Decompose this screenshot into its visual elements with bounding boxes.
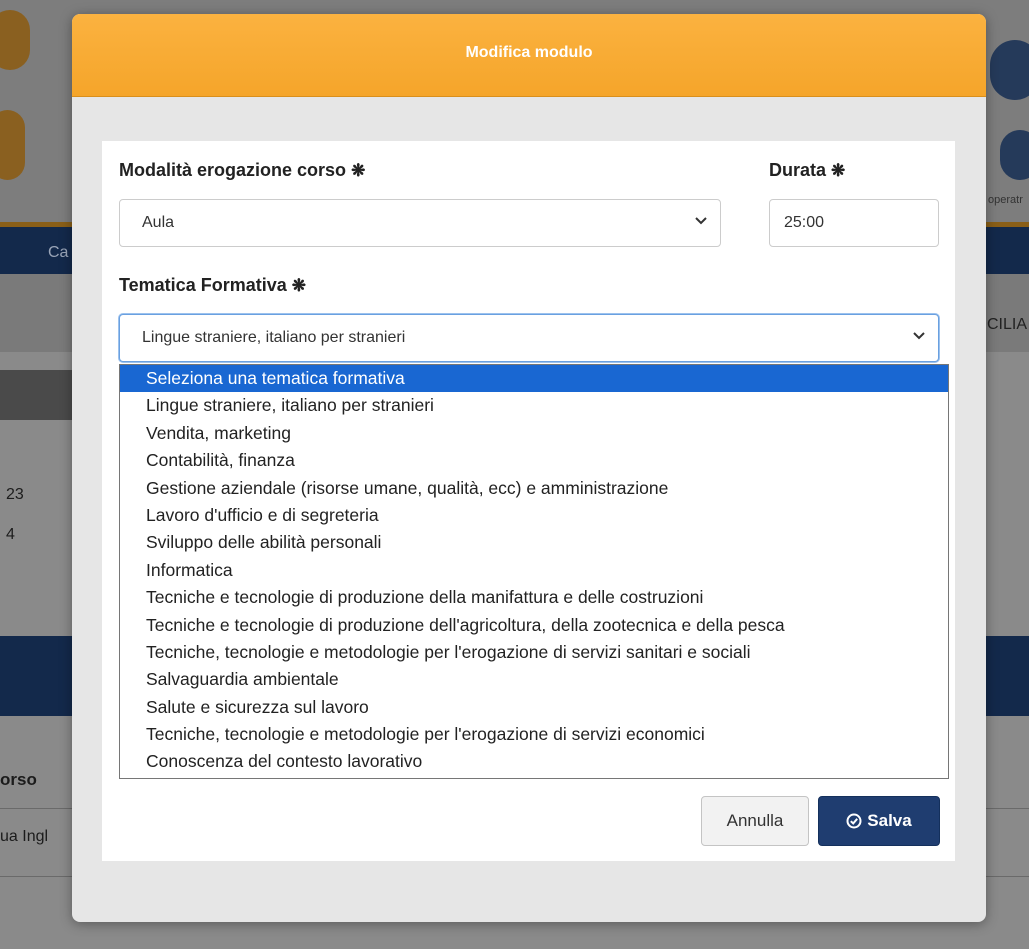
modalita-select[interactable]: Aula <box>119 199 721 247</box>
logo-text: operatr <box>988 194 1023 206</box>
cancel-button[interactable]: Annulla <box>701 796 809 846</box>
tematica-dropdown-list[interactable]: Seleziona una tematica formativa Lingue s… <box>119 364 949 779</box>
logo-shape <box>1000 130 1029 180</box>
tematica-select-value: Lingue straniere, italiano per stranieri <box>142 329 406 346</box>
required-asterisk-icon: ❋ <box>291 276 306 295</box>
dropdown-option[interactable]: Salute e sicurezza sul lavoro <box>120 694 948 721</box>
background-fragment: 23 <box>6 486 24 503</box>
durata-input-value: 25:00 <box>784 214 825 231</box>
dropdown-option[interactable]: Tecniche e tecnologie di produzione dell… <box>120 612 948 639</box>
table-column-header: orso <box>0 770 37 789</box>
logo-shape <box>990 40 1029 100</box>
save-button-label: Salva <box>867 811 912 830</box>
dropdown-option[interactable]: Sviluppo delle abilità personali <box>120 529 948 556</box>
background-bar <box>0 370 75 420</box>
dropdown-option[interactable]: Gestione aziendale (risorse umane, quali… <box>120 475 948 502</box>
dialog-header: Modifica modulo <box>72 14 986 97</box>
durata-input[interactable]: 25:00 <box>769 199 939 247</box>
dropdown-option[interactable]: Conoscenza del contesto lavorativo <box>120 748 948 775</box>
dropdown-option[interactable]: Lingue straniere, italiano per stranieri <box>120 392 948 419</box>
dialog-title: Modifica modulo <box>465 44 593 61</box>
subnav-text: CILIA <box>986 316 1027 333</box>
table-cell: ua Ingl <box>0 828 49 845</box>
durata-label: Durata ❋ <box>769 160 846 180</box>
tematica-select[interactable]: Lingue straniere, italiano per stranieri <box>119 314 939 362</box>
chevron-down-icon <box>695 217 707 225</box>
check-circle-icon <box>846 813 862 829</box>
nav-item[interactable]: Ca <box>48 244 68 262</box>
required-asterisk-icon: ❋ <box>351 161 366 180</box>
dropdown-option[interactable]: Salvaguardia ambientale <box>120 666 948 693</box>
modalita-select-value: Aula <box>142 214 175 231</box>
modalita-label: Modalità erogazione corso ❋ <box>119 160 366 180</box>
chevron-down-icon <box>913 332 925 340</box>
save-button[interactable]: Salva <box>818 796 940 846</box>
dropdown-option[interactable]: Informatica <box>120 557 948 584</box>
dropdown-option[interactable]: Contabilità, finanza <box>120 447 948 474</box>
dropdown-option[interactable]: Seleziona una tematica formativa <box>120 365 948 393</box>
logo-shape <box>0 10 30 70</box>
dropdown-option[interactable]: Tecniche e tecnologie di produzione dell… <box>120 584 948 611</box>
background-fragment: 4 <box>6 526 15 543</box>
dropdown-option[interactable]: Tecniche, tecnologie e metodologie per l… <box>120 639 948 666</box>
dropdown-option[interactable]: Vendita, marketing <box>120 420 948 447</box>
logo-shape <box>0 110 25 180</box>
dropdown-option[interactable]: Lavoro d'ufficio e di segreteria <box>120 502 948 529</box>
required-asterisk-icon: ❋ <box>831 161 846 180</box>
tematica-label: Tematica Formativa ❋ <box>119 275 306 295</box>
dropdown-option[interactable]: Tecniche, tecnologie e metodologie per l… <box>120 721 948 748</box>
